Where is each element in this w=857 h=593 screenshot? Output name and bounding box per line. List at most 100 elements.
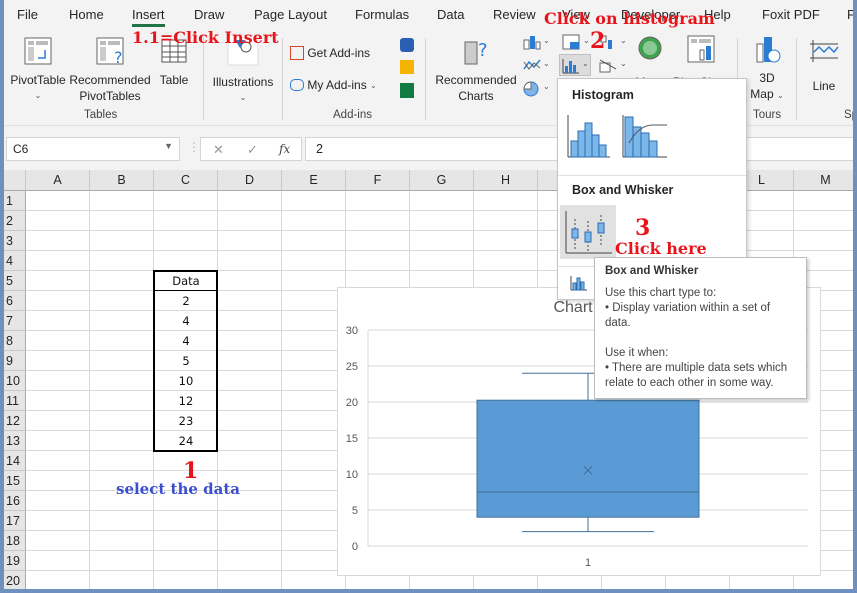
3d-map-icon — [756, 37, 781, 63]
get-addins-button[interactable]: Get Add-ins — [290, 44, 380, 61]
excel-window: File Home Insert Draw Page Layout Formul… — [4, 0, 853, 589]
row-header-6[interactable]: 6 — [4, 291, 26, 311]
tab-insert[interactable]: Insert — [132, 7, 165, 27]
annotation-step-3-number: 3 — [635, 215, 651, 241]
tooltip-line-4: • There are multiple data sets which rel… — [605, 362, 788, 389]
scatter-chart-button[interactable]: ⌄ — [598, 57, 628, 75]
chevron-down-icon: ⌄ — [370, 81, 377, 90]
box-whisker-chart-icon — [565, 211, 612, 254]
select-all-corner[interactable] — [4, 170, 26, 191]
row-header-17[interactable]: 17 — [4, 511, 26, 531]
histogram-option[interactable] — [566, 113, 612, 159]
chevron-down-icon: ⌄ — [239, 93, 247, 102]
tab-more[interactable]: P — [847, 7, 853, 22]
insert-function-icon[interactable]: fx — [279, 142, 290, 156]
pie-chart-button[interactable]: ⌄ — [522, 80, 550, 98]
column-header-a[interactable]: A — [26, 170, 90, 191]
enter-icon[interactable]: ✓ — [247, 142, 258, 158]
recommended-charts-button[interactable]: ? Recommended Charts — [432, 36, 520, 104]
tab-formulas[interactable]: Formulas — [355, 7, 409, 22]
box-whisker-tooltip: Box and Whisker Use this chart type to: … — [594, 257, 807, 399]
data-header-border — [153, 290, 218, 291]
histogram-icon — [562, 59, 579, 74]
tab-draw[interactable]: Draw — [194, 7, 224, 22]
row-header-15[interactable]: 15 — [4, 471, 26, 491]
my-addins-icon — [290, 78, 304, 91]
row-header-18[interactable]: 18 — [4, 531, 26, 551]
column-header-d[interactable]: D — [218, 170, 282, 191]
selected-data-range — [153, 270, 218, 452]
row-header-1[interactable]: 1 — [4, 191, 26, 211]
tab-home[interactable]: Home — [69, 7, 104, 22]
pareto-option[interactable] — [621, 113, 669, 159]
tab-file[interactable]: File — [17, 7, 38, 22]
row-header-11[interactable]: 11 — [4, 391, 26, 411]
column-header-b[interactable]: B — [90, 170, 154, 191]
row-header-19[interactable]: 19 — [4, 551, 26, 571]
scatter-chart-icon — [599, 59, 617, 73]
group-label-addins: Add-ins — [333, 109, 372, 121]
statistic-chart-button[interactable]: ⌄ — [559, 54, 591, 76]
chevron-down-icon[interactable]: ▼ — [164, 141, 173, 151]
row-header-8[interactable]: 8 — [4, 331, 26, 351]
row-header-16[interactable]: 16 — [4, 491, 26, 511]
row-header-5[interactable]: 5 — [4, 271, 26, 291]
splitter-handle[interactable]: ⋮ — [188, 140, 200, 154]
column-header-c[interactable]: C — [154, 170, 218, 191]
sparkline-line-icon — [810, 40, 839, 62]
column-header-h[interactable]: H — [474, 170, 538, 191]
people-graph-icon[interactable] — [400, 83, 414, 98]
tab-page-layout[interactable]: Page Layout — [254, 7, 327, 22]
my-addins-button[interactable]: My Add-ins ⌄ — [290, 76, 390, 94]
column-chart-button[interactable]: ⌄ — [522, 34, 550, 52]
row-header-9[interactable]: 9 — [4, 351, 26, 371]
row-header-3[interactable]: 3 — [4, 231, 26, 251]
sparkline-line-button[interactable]: Line — [804, 38, 844, 94]
row-header-10[interactable]: 10 — [4, 371, 26, 391]
group-label-tours: Tours — [753, 109, 782, 121]
line-chart-button[interactable]: ⌄ — [522, 57, 550, 75]
column-header-m[interactable]: M — [794, 170, 853, 191]
cancel-icon[interactable]: ✕ — [213, 142, 224, 158]
visio-icon[interactable] — [400, 38, 414, 52]
column-header-f[interactable]: F — [346, 170, 410, 191]
more-statistical-charts-option[interactable] — [570, 275, 588, 291]
row-header-12[interactable]: 12 — [4, 411, 26, 431]
recommended-pivottables-icon: ? — [96, 37, 124, 67]
histogram-chart-icon — [567, 115, 610, 158]
row-header-4[interactable]: 4 — [4, 251, 26, 271]
annotation-step-1-text: select the data — [116, 480, 240, 498]
x-tick-label-1: 1 — [585, 557, 591, 569]
row-header-14[interactable]: 14 — [4, 451, 26, 471]
row-header-2[interactable]: 2 — [4, 211, 26, 231]
y-tick-label-0: 0 — [352, 541, 358, 553]
3d-map-button[interactable]: 3D Map ⌄ — [742, 34, 792, 104]
row-header-7[interactable]: 7 — [4, 311, 26, 331]
group-separator — [425, 38, 426, 120]
column-header-g[interactable]: G — [410, 170, 474, 191]
tab-review[interactable]: Review — [493, 7, 536, 22]
chevron-down-icon: ⌄ — [776, 91, 784, 100]
tab-data[interactable]: Data — [437, 7, 464, 22]
group-separator — [282, 38, 283, 120]
y-tick-label-15: 15 — [346, 433, 358, 445]
column-header-e[interactable]: E — [282, 170, 346, 191]
formula-controls: ✕ ✓ fx — [200, 137, 302, 161]
pivotchart-icon — [687, 35, 715, 63]
row-header-20[interactable]: 20 — [4, 571, 26, 589]
annotation-step-3-text: Click here — [615, 239, 707, 258]
box-whisker-option[interactable] — [560, 205, 616, 259]
bing-maps-icon[interactable] — [400, 60, 414, 74]
tab-foxit-pdf[interactable]: Foxit PDF — [762, 7, 820, 22]
name-box[interactable]: C6 ▼ — [6, 137, 180, 161]
group-label-sparklines: Sp — [844, 109, 853, 121]
hierarchy-chart-button[interactable]: ⌄ — [561, 34, 591, 52]
globe-icon — [638, 36, 662, 60]
annotation-step-2-number: 2 — [590, 28, 606, 54]
row-header-13[interactable]: 13 — [4, 431, 26, 451]
hierarchy-chart-icon — [562, 34, 580, 50]
group-label-tables: Tables — [84, 109, 118, 121]
tooltip-line-3: Use it when: — [605, 347, 669, 359]
pivottable-button[interactable]: PivotTable ⌄ — [6, 36, 70, 104]
line-chart-icon — [523, 59, 541, 70]
